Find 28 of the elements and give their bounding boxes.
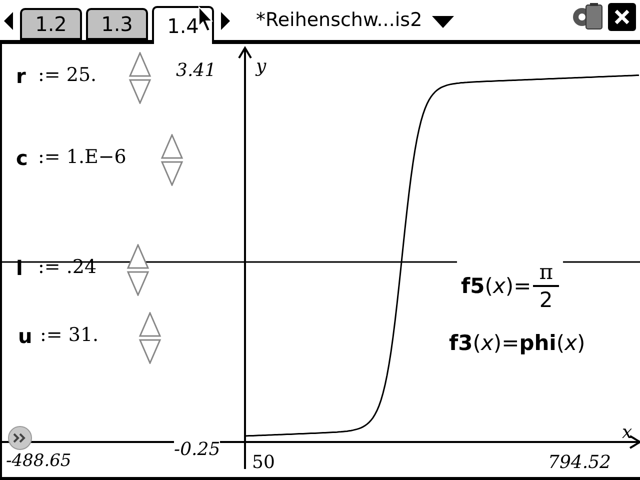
page-tab[interactable]: 1.3 (86, 8, 148, 40)
document-title: *Reihenschw...is2 (256, 8, 422, 32)
slider-stepper[interactable] (160, 134, 184, 186)
slider-stepper[interactable] (138, 312, 162, 364)
cursor-icon (198, 6, 214, 32)
slider-stepper[interactable] (128, 52, 152, 104)
gear-battery-icon[interactable] (572, 3, 604, 31)
left-arrow-icon[interactable] (4, 12, 14, 30)
x-axis-value-label: 50 (252, 454, 275, 472)
slider-name: r (16, 66, 26, 86)
page-tab[interactable]: 1.2 (20, 8, 82, 40)
dropdown-icon[interactable] (432, 16, 454, 28)
x-max-label: 794.52 (548, 454, 611, 472)
slider-value: := 31. (40, 326, 99, 345)
y-axis-label: y (256, 58, 266, 76)
x-min-label: -488.65 (6, 453, 72, 470)
slider-name: u (18, 326, 32, 346)
slider-name: c (16, 148, 28, 168)
double-chevron-icon (13, 433, 27, 443)
slider-stepper[interactable] (126, 244, 150, 296)
x-axis-label: x (622, 424, 632, 442)
close-icon (614, 9, 630, 25)
expand-button[interactable] (8, 426, 32, 450)
y-max-label: 3.41 (176, 62, 216, 80)
slider-value: := 25. (38, 66, 97, 85)
right-arrow-icon[interactable] (220, 12, 230, 30)
close-button[interactable] (608, 3, 636, 31)
slider-value: := 1.E−6 (38, 148, 126, 167)
